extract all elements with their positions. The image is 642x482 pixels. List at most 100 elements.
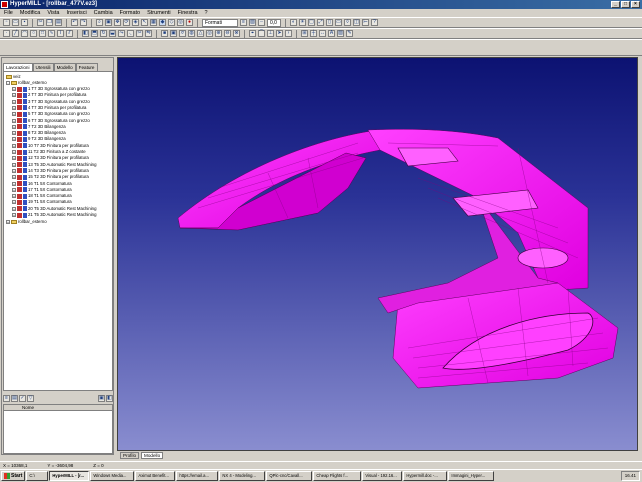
expand-icon[interactable]: + <box>12 99 16 104</box>
tree-item-job[interactable]: +7 T2 3D Bilangenza <box>12 124 66 130</box>
expand-icon[interactable]: + <box>12 124 16 129</box>
tab-profilo[interactable]: Profilo <box>120 451 140 459</box>
circle-icon[interactable]: ○ <box>30 30 37 37</box>
expand-icon[interactable]: + <box>6 220 10 224</box>
render-icon[interactable]: ◆ <box>159 19 166 26</box>
taskbar-item[interactable]: Hypermill.doc -... <box>403 471 448 481</box>
tree-item-job[interactable]: +20 T5 3D Automatic Rest Machining <box>12 206 96 212</box>
ortho-icon[interactable]: ┼ <box>310 30 317 37</box>
spline-icon[interactable]: ∿ <box>48 30 55 37</box>
expand-icon[interactable]: + <box>12 93 16 98</box>
zoom-value-field[interactable]: 0,0 <box>267 18 281 27</box>
shade-icon[interactable]: ◐ <box>290 19 297 26</box>
tree-item-bottom[interactable]: + rollbar_esterno <box>6 219 47 225</box>
undo-icon[interactable]: ↶ <box>71 19 78 26</box>
dimension-icon[interactable]: ↔ <box>319 30 326 37</box>
expand-icon[interactable]: + <box>12 200 16 205</box>
save-icon[interactable]: ▪ <box>21 19 28 26</box>
tree-item-job[interactable]: +3 T7 3D Sgrossatura con grezzo <box>12 99 90 105</box>
taskbar-item[interactable]: Cheap Flights f... <box>313 471 362 481</box>
expand-icon[interactable]: + <box>12 87 16 91</box>
taskbar-item[interactable]: C:\ <box>26 471 49 481</box>
tree-item-job[interactable]: +11 T2 3D Finitura a Z costante <box>12 149 86 155</box>
expand-icon[interactable]: + <box>12 162 16 167</box>
tree-item-job[interactable]: +1 T7 3D Sgrossatura con grezzo <box>12 86 90 92</box>
mirror-icon[interactable]: ⇋ <box>145 30 152 37</box>
sweep-icon[interactable]: ⤳ <box>118 30 125 37</box>
maximize-button[interactable]: □ <box>621 1 630 8</box>
sphere-icon[interactable]: ◍ <box>188 30 195 37</box>
check-icon[interactable]: ✓ <box>19 394 26 402</box>
pan-icon[interactable]: ✥ <box>114 19 121 26</box>
chevron-right-icon[interactable]: › <box>285 30 292 37</box>
expand-icon[interactable]: + <box>12 175 16 180</box>
redo-icon[interactable]: ↷ <box>80 19 87 26</box>
zoom-box-icon[interactable]: ▣ <box>105 19 112 26</box>
taskbar-item[interactable]: Aximut Benefit... <box>135 471 176 481</box>
menu-cambia[interactable]: Cambia <box>94 10 113 16</box>
analysis-icon[interactable]: ⌖ <box>249 30 256 37</box>
minimize-button[interactable]: _ <box>611 1 620 8</box>
settings-icon[interactable]: ◧ <box>106 394 113 402</box>
front-view-icon[interactable]: ▯ <box>326 19 333 26</box>
grid-icon[interactable]: ▦ <box>150 19 157 26</box>
expand-icon[interactable]: + <box>12 143 16 148</box>
loft-icon[interactable]: ⬓ <box>109 30 116 37</box>
boolean-icon[interactable]: ⊕ <box>215 30 222 37</box>
expand-icon[interactable]: + <box>12 206 16 211</box>
rect-icon[interactable]: □ <box>39 30 46 37</box>
torus-icon[interactable]: ◎ <box>206 30 213 37</box>
taskbar-item[interactable]: Immagini_Hyper... <box>448 471 495 481</box>
tree-item-job[interactable]: +4 T7 3D Finitura per profilatura <box>12 105 86 111</box>
menu-formato[interactable]: Formato <box>120 10 140 16</box>
wire-icon[interactable]: ◇ <box>168 19 175 26</box>
taskbar-item[interactable]: Windows Media... <box>90 471 135 481</box>
start-button[interactable]: Start <box>1 471 26 481</box>
export-icon[interactable]: ▣ <box>98 394 105 402</box>
properties-list[interactable]: Nome <box>3 404 113 454</box>
light-icon[interactable]: ☀ <box>299 19 306 26</box>
snap-icon[interactable]: ⊞ <box>301 30 308 37</box>
column-header-nome[interactable]: Nome <box>4 405 112 411</box>
expand-icon[interactable]: + <box>12 187 16 192</box>
layer-icon[interactable]: ≡ <box>240 19 247 26</box>
menu-file[interactable]: File <box>4 10 13 16</box>
new-icon[interactable]: ▫ <box>3 19 10 26</box>
cut-icon[interactable]: ✂ <box>37 19 44 26</box>
curvature-icon[interactable]: ⌒ <box>258 30 265 37</box>
job-tree[interactable]: veiz - rollbar_esterno +1 T7 3D Sgrossat… <box>3 71 113 391</box>
tree-item-job[interactable]: +15 T2 3D Finitura per profilatura <box>12 174 89 180</box>
cone-icon[interactable]: △ <box>197 30 204 37</box>
revolve-icon[interactable]: ↻ <box>100 30 107 37</box>
expand-icon[interactable]: + <box>12 168 16 173</box>
expand-icon[interactable]: + <box>12 156 16 161</box>
expand-icon[interactable]: + <box>12 181 16 186</box>
expand-icon[interactable]: + <box>12 213 16 217</box>
trim-icon[interactable]: ✂ <box>136 30 143 37</box>
tab-feature[interactable]: Feature <box>75 63 98 71</box>
tree-item-job[interactable]: +21 T5 3D Automatic Rest Machining <box>12 212 96 218</box>
menu-help[interactable]: ? <box>205 10 208 16</box>
tree-item-job[interactable]: +2 T7 3D Finitura per profilatura <box>12 92 86 98</box>
view-icon[interactable]: ◈ <box>132 19 139 26</box>
offset-icon[interactable]: ⫽ <box>66 30 73 37</box>
tab-lavorazioni[interactable]: Lavorazioni <box>3 63 33 71</box>
tree-item-job[interactable]: +14 T3 3D Finitura per profilatura <box>12 168 89 174</box>
hide-icon[interactable]: ◎ <box>177 19 184 26</box>
taskbar-item[interactable]: https://email.a... <box>176 471 219 481</box>
expand-icon[interactable]: + <box>12 137 16 142</box>
rotate-icon[interactable]: ⟳ <box>123 19 130 26</box>
box-icon[interactable]: ▣ <box>170 30 177 37</box>
arc-icon[interactable]: ◠ <box>21 30 28 37</box>
copy-icon[interactable]: ❐ <box>46 19 53 26</box>
tree-item-job[interactable]: +18 T1 5X Contornatura <box>12 193 72 199</box>
text-icon[interactable]: A <box>328 30 335 37</box>
menu-vista[interactable]: Vista <box>47 10 59 16</box>
line-style-icon[interactable]: ┄ <box>258 19 265 26</box>
filter-icon[interactable]: ▽ <box>27 394 34 402</box>
menu-inserisci[interactable]: Inserisci <box>67 10 87 16</box>
close-button[interactable]: × <box>631 1 640 8</box>
tree-item-job[interactable]: +10 T7 3D Finitura per profilatura <box>12 143 89 149</box>
menu-modifica[interactable]: Modifica <box>20 10 40 16</box>
tree-item-job[interactable]: +8 T2 3D Bilangenza <box>12 130 66 136</box>
